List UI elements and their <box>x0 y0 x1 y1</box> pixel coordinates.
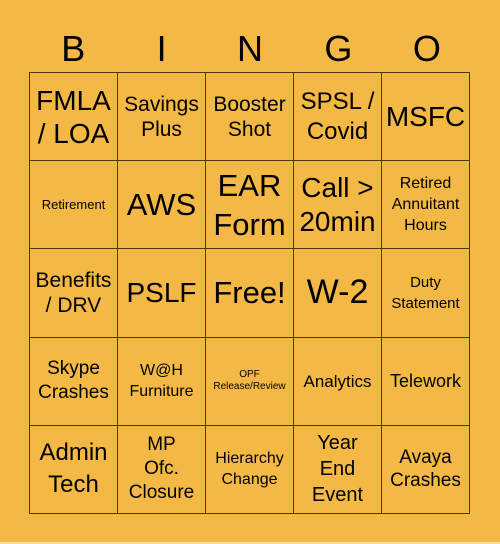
header-letter-n: N <box>237 28 264 69</box>
bingo-cell-hierarchy-change[interactable]: Hierarchy Change <box>206 425 294 514</box>
cell-label: MSFC <box>385 101 466 133</box>
bingo-cell-avaya-crashes[interactable]: Avaya Crashes <box>382 425 470 514</box>
cell-label: W@H Furniture <box>129 362 194 401</box>
bingo-cell-opf-release-review[interactable]: OPF Release/Review <box>206 337 294 426</box>
cell-label: Call > 20min <box>299 171 376 237</box>
cell-label: Analytics <box>303 371 372 391</box>
bingo-cell-w2[interactable]: W-2 <box>294 249 382 338</box>
bingo-cell-retired-annuitant-hours[interactable]: Retired Annuitant Hours <box>382 161 470 250</box>
bingo-cell-spsl-covid[interactable]: SPSL / Covid <box>294 73 382 162</box>
bingo-cell-aws[interactable]: AWS <box>118 161 206 250</box>
bingo-cell-mp-ofc-closure[interactable]: MP Ofc. Closure <box>118 425 206 514</box>
bingo-cell-telework[interactable]: Telework <box>382 337 470 426</box>
header-letter-g: G <box>324 28 353 69</box>
cell-label: Admin Tech <box>39 439 108 499</box>
bingo-cell-pslf[interactable]: PSLF <box>118 249 206 338</box>
bingo-header: B I N G O <box>29 28 471 70</box>
cell-label: Retirement <box>41 197 106 213</box>
bingo-cell-year-end-event[interactable]: Year End Event <box>294 425 382 514</box>
header-letter-b: B <box>61 28 86 69</box>
cell-label: EAR Form <box>213 167 286 242</box>
bingo-cell-admin-tech[interactable]: Admin Tech <box>30 425 118 514</box>
bingo-cell-booster-shot[interactable]: Booster Shot <box>206 73 294 162</box>
cell-label: Savings Plus <box>124 92 199 141</box>
cell-label: Booster Shot <box>213 92 286 141</box>
bingo-cell-call-20min[interactable]: Call > 20min <box>294 161 382 250</box>
bingo-cell-fmla-loa[interactable]: FMLA / LOA <box>30 73 118 162</box>
cell-label: MP Ofc. Closure <box>128 434 195 504</box>
bingo-cell-analytics[interactable]: Analytics <box>294 337 382 426</box>
bingo-cell-ear-form[interactable]: EAR Form <box>206 161 294 250</box>
bingo-cell-duty-statement[interactable]: Duty Statement <box>382 249 470 338</box>
cell-label: Retired Annuitant Hours <box>391 175 460 235</box>
bingo-cell-free-space[interactable]: Free! <box>206 249 294 338</box>
cell-label: PSLF <box>126 277 197 309</box>
bingo-cell-wah-furniture[interactable]: W@H Furniture <box>118 337 206 426</box>
cell-label: Telework <box>389 370 462 391</box>
cell-label: SPSL / Covid <box>300 87 375 145</box>
bingo-cell-retirement[interactable]: Retirement <box>30 161 118 250</box>
cell-label: Skype Crashes <box>38 358 109 404</box>
cell-label: Free! <box>213 275 286 311</box>
cell-label: OPF Release/Review <box>213 369 286 393</box>
cell-label: AWS <box>126 187 197 223</box>
cell-label: Year End Event <box>311 432 364 507</box>
bingo-cell-savings-plus[interactable]: Savings Plus <box>118 73 206 162</box>
cell-label: FMLA / LOA <box>36 84 111 149</box>
cell-label: Benefits / DRV <box>35 268 112 317</box>
cell-label: Avaya Crashes <box>390 447 461 492</box>
bingo-cell-benefits-drv[interactable]: Benefits / DRV <box>30 249 118 338</box>
cell-label: Duty Statement <box>391 273 460 312</box>
header-letter-o: O <box>412 28 441 69</box>
cell-label: W-2 <box>306 273 369 312</box>
bingo-cell-skype-crashes[interactable]: Skype Crashes <box>30 337 118 426</box>
bingo-grid: FMLA / LOA Savings Plus Booster Shot SPS… <box>29 72 470 514</box>
cell-label: Hierarchy Change <box>215 450 284 489</box>
header-letter-i: I <box>156 28 167 69</box>
bingo-cell-msfc[interactable]: MSFC <box>382 73 470 162</box>
